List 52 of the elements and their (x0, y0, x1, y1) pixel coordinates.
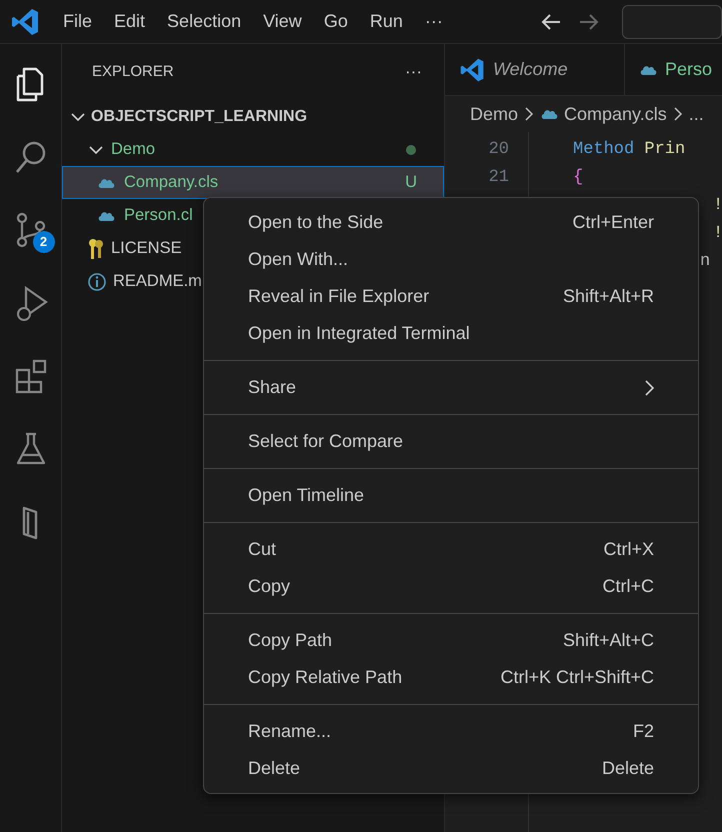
code-token: Prin (644, 139, 686, 162)
menu-item[interactable]: Reveal in File Explorer Shift+Alt+R (204, 278, 698, 315)
menu-item[interactable]: Copy Path Shift+Alt+C (204, 622, 698, 659)
status-dot-icon (405, 144, 417, 156)
menu-item[interactable]: Edit (103, 8, 156, 35)
code-token: { (573, 167, 584, 190)
menu-item[interactable]: Copy Relative Path Ctrl+K Ctrl+Shift+C (204, 659, 698, 696)
chevron-right-icon (672, 106, 683, 122)
menu-item[interactable]: Run (358, 8, 414, 35)
more-button[interactable]: ··· (405, 59, 422, 85)
folder-name[interactable]: Demo (111, 137, 156, 162)
menu-item[interactable]: Selection (156, 8, 252, 35)
menu-item[interactable]: Open to the Side Ctrl+Enter (204, 204, 698, 241)
menu-item[interactable]: Copy Ctrl+C (204, 568, 698, 605)
more-button[interactable]: ··· (414, 8, 454, 35)
menu-item[interactable]: Open in Integrated Terminal (204, 315, 698, 352)
menu-item[interactable]: Open With... (204, 241, 698, 278)
menu-item[interactable]: Rename... F2 (204, 713, 698, 750)
logo-icon (459, 56, 485, 82)
menu-item[interactable]: Select for Compare (204, 423, 698, 460)
file-name[interactable]: LICENSE (111, 236, 182, 261)
folder-name[interactable]: OBJECTSCRIPT_LEARNING (91, 104, 308, 128)
breadcrumb-item[interactable]: Demo (470, 100, 518, 128)
code-token: ! (713, 195, 722, 218)
line-number: 21 (488, 167, 509, 190)
chevron-right-icon (524, 106, 534, 122)
menu-item[interactable]: Go (312, 8, 359, 35)
code-token: ! (713, 223, 722, 246)
file-name[interactable]: Company.cls (124, 170, 218, 195)
key-icon (87, 238, 105, 260)
menu-item[interactable]: File (52, 8, 104, 35)
logo-icon (10, 6, 40, 36)
menu-item[interactable]: Delete Delete (204, 750, 698, 787)
file-name[interactable]: README.m (113, 269, 202, 294)
search-field[interactable] (622, 4, 722, 38)
search-icon[interactable] (14, 139, 48, 175)
sidebar-title: EXPLORER (92, 62, 174, 82)
info-icon (87, 272, 107, 292)
code-token: n (700, 251, 710, 274)
breadcrumb-item[interactable]: ... (688, 100, 704, 128)
menu-item[interactable]: Cut Ctrl+X (204, 531, 698, 568)
menu-item[interactable]: Share (204, 369, 698, 406)
file-name[interactable]: Person.cl (124, 203, 193, 228)
menu-item[interactable]: Open Timeline (204, 477, 698, 514)
tree-row[interactable]: Company.cls U (62, 166, 444, 199)
count-badge: 2 (32, 231, 54, 253)
breadcrumb-item[interactable]: Company.cls (564, 100, 667, 128)
git-status: U (405, 172, 417, 194)
code-token: Method (573, 139, 634, 162)
menu-item[interactable]: View (252, 8, 313, 35)
line-number: 20 (488, 139, 509, 162)
extensions-icon[interactable] (14, 358, 48, 394)
